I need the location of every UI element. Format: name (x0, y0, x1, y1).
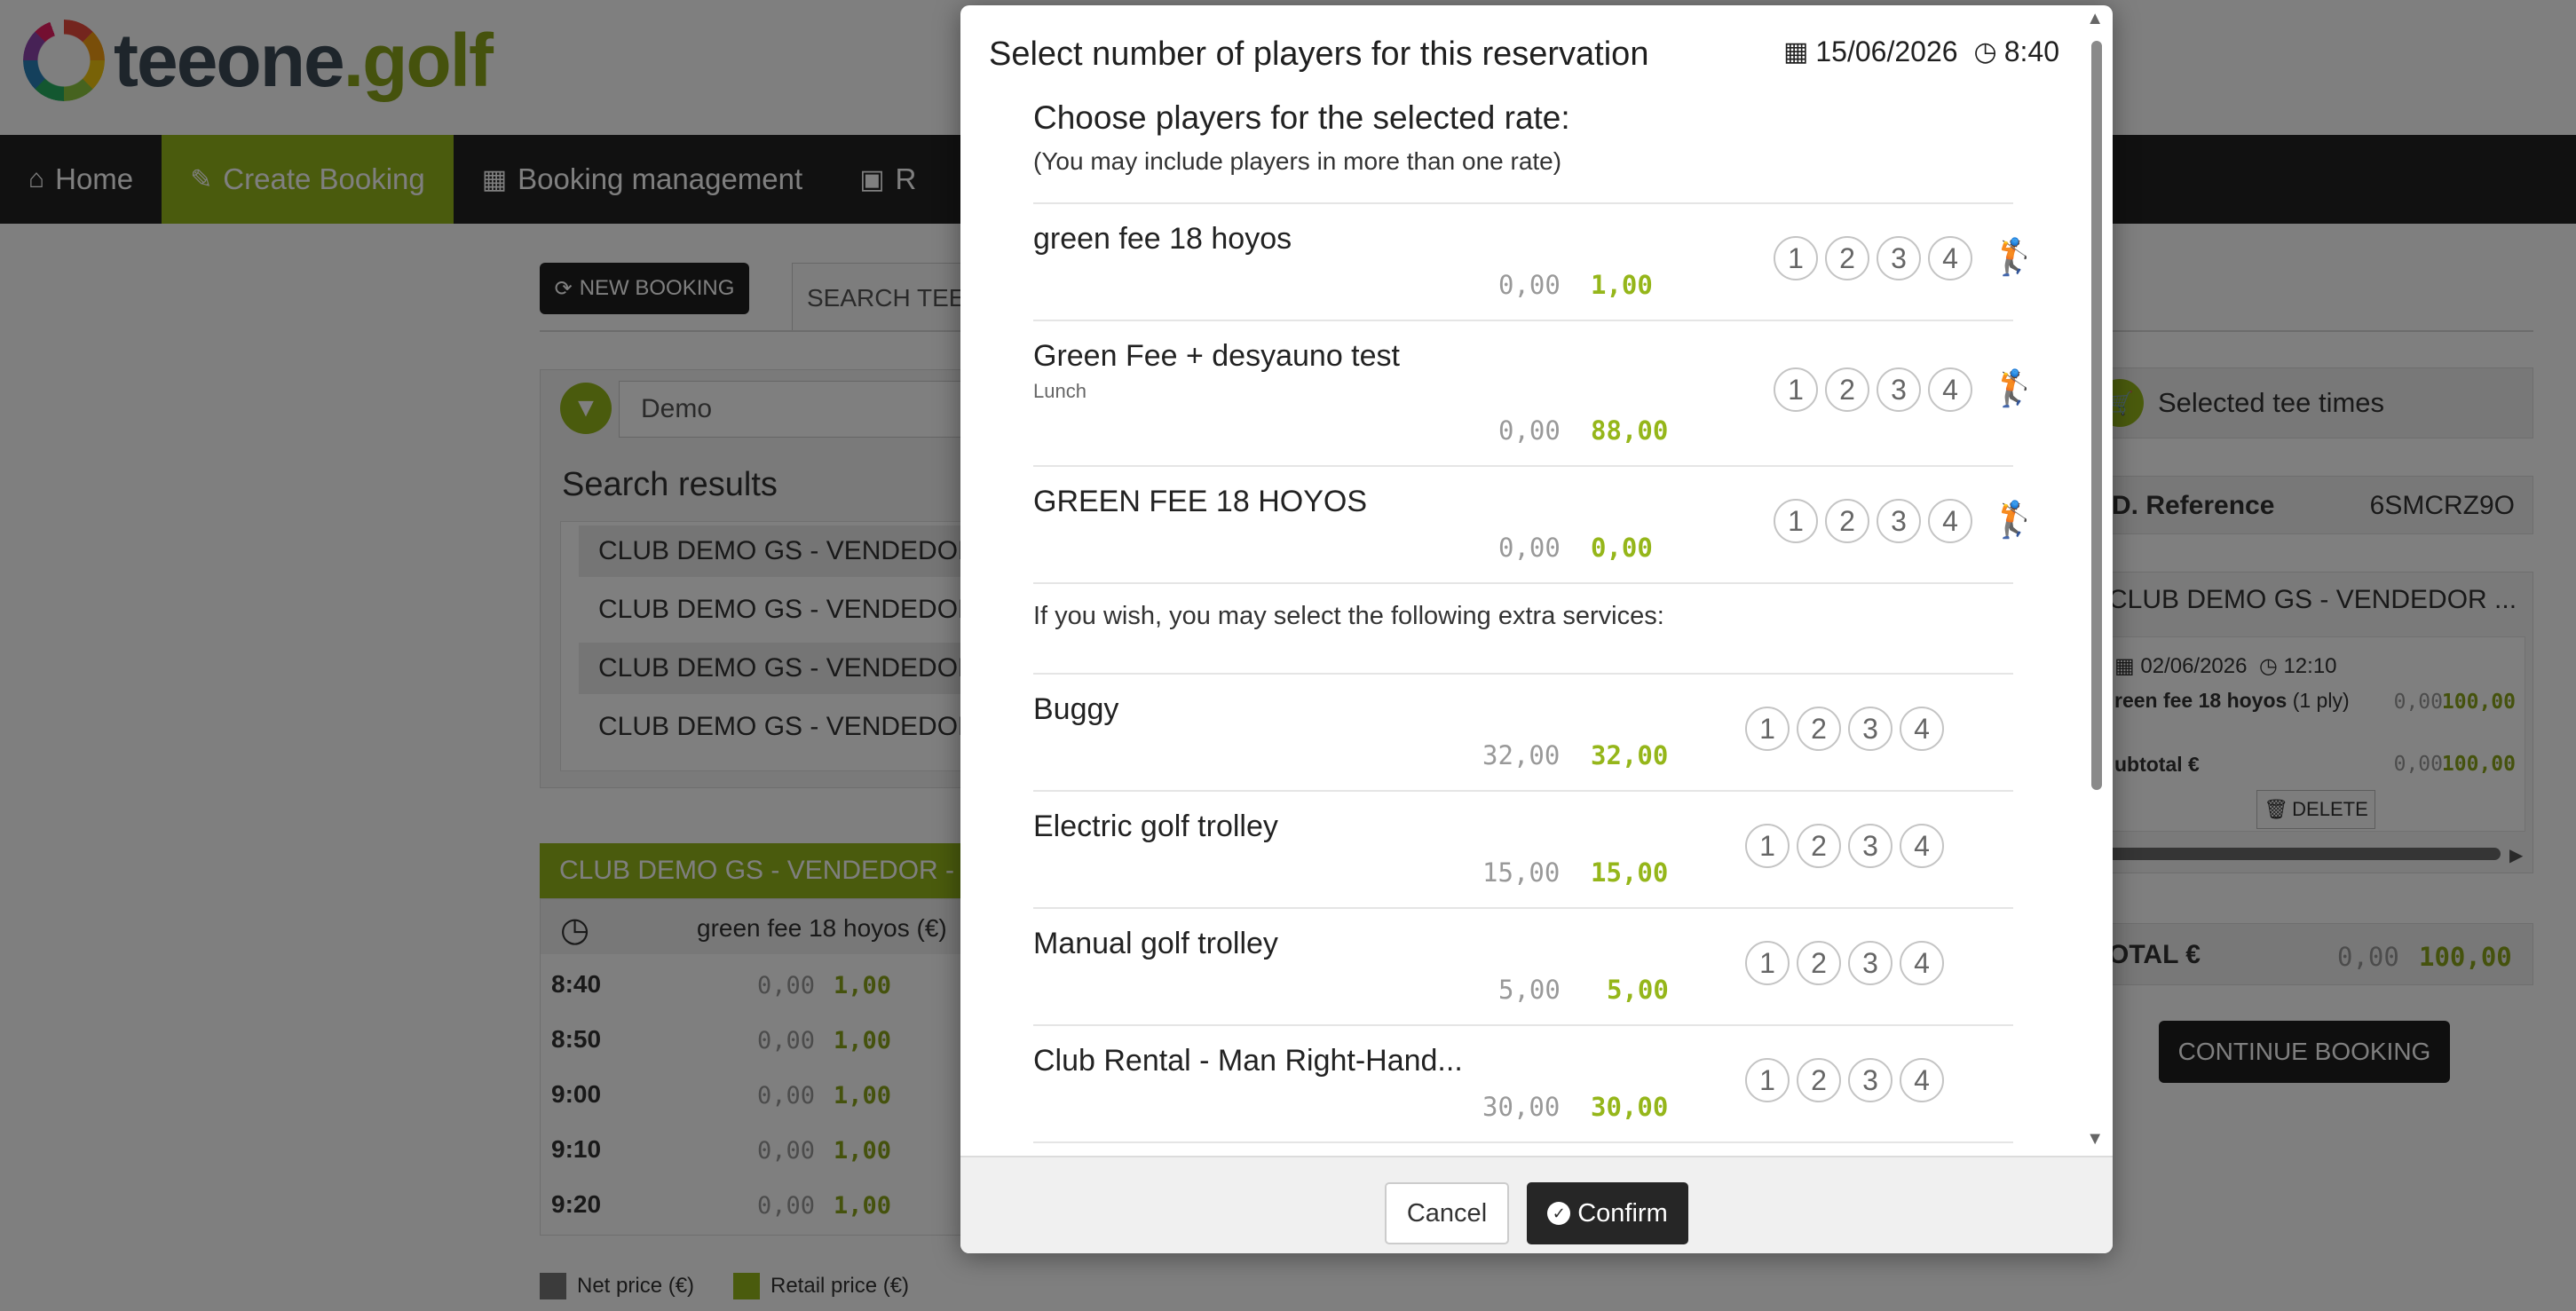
rate-subheading: (You may include players in more than on… (1033, 147, 1562, 175)
player-count-option[interactable]: 2 (1825, 367, 1869, 412)
modal-date-time: ▦ 15/06/2026 ◷ 8:40 (1783, 36, 2059, 67)
retail-price: 1,00 (1591, 270, 1653, 300)
player-count-selector: 1 2 3 4 (1774, 499, 1979, 543)
player-count-option[interactable]: 1 (1774, 499, 1818, 543)
players-modal: Select number of players for this reserv… (960, 5, 2113, 1253)
player-count-option[interactable]: 4 (1928, 499, 1972, 543)
check-circle-icon: ✓ (1547, 1202, 1571, 1225)
net-price: 30,00 (1482, 1092, 1561, 1122)
player-count-option[interactable]: 3 (1877, 367, 1921, 412)
extra-name: Manual golf trolley (1033, 927, 1278, 960)
retail-price: 5,00 (1607, 975, 1669, 1005)
player-count-option[interactable]: 2 (1825, 499, 1869, 543)
divider (1033, 673, 2013, 675)
rate-heading: Choose players for the selected rate: (1033, 99, 1570, 136)
extra-count-option[interactable]: 4 (1900, 941, 1944, 985)
extra-count-option[interactable]: 1 (1745, 707, 1790, 751)
extra-name: Club Rental - Man Right-Hand... (1033, 1044, 1463, 1078)
net-price: 5,00 (1498, 975, 1561, 1005)
golfer-icon: 🏌 (1992, 369, 2036, 408)
player-count-option[interactable]: 4 (1928, 236, 1972, 280)
rate-name: Green Fee + desyauno test (1033, 339, 1400, 373)
extra-name: Buggy (1033, 692, 1119, 726)
extra-count-selector: 1 2 3 4 (1745, 707, 1951, 751)
divider (1033, 790, 2013, 792)
extra-count-option[interactable]: 4 (1900, 707, 1944, 751)
divider (1033, 320, 2013, 321)
rate-row: green fee 18 hoyos 0,00 1,00 1 2 3 4 🏌 (1033, 222, 2036, 320)
player-count-option[interactable]: 3 (1877, 499, 1921, 543)
extra-count-option[interactable]: 4 (1900, 1058, 1944, 1102)
extra-count-option[interactable]: 1 (1745, 941, 1790, 985)
rate-name: GREEN FEE 18 HOYOS (1033, 485, 1367, 518)
divider (1033, 1024, 2013, 1026)
extra-count-option[interactable]: 2 (1797, 941, 1841, 985)
scroll-up-icon[interactable]: ▲ (2086, 9, 2104, 29)
player-count-selector: 1 2 3 4 (1774, 236, 1979, 280)
extra-count-option[interactable]: 1 (1745, 1058, 1790, 1102)
player-count-option[interactable]: 4 (1928, 367, 1972, 412)
player-count-option[interactable]: 1 (1774, 236, 1818, 280)
extra-count-option[interactable]: 3 (1848, 824, 1892, 868)
extra-count-option[interactable]: 1 (1745, 824, 1790, 868)
golfer-icon: 🏌 (1992, 501, 2036, 540)
divider (1033, 202, 2013, 204)
player-count-option[interactable]: 1 (1774, 367, 1818, 412)
cancel-button[interactable]: Cancel (1385, 1182, 1509, 1244)
extra-count-option[interactable]: 2 (1797, 1058, 1841, 1102)
rate-name: green fee 18 hoyos (1033, 222, 1292, 256)
divider (1033, 582, 2013, 584)
retail-price: 88,00 (1591, 415, 1669, 446)
net-price: 0,00 (1498, 533, 1561, 563)
extra-row: Club Rental - Man Right-Hand... 30,00 30… (1033, 1044, 2013, 1141)
rate-row: Green Fee + desyauno test Lunch 0,00 88,… (1033, 339, 2036, 463)
extra-count-option[interactable]: 2 (1797, 707, 1841, 751)
net-price: 0,00 (1498, 270, 1561, 300)
extra-count-option[interactable]: 3 (1848, 941, 1892, 985)
extra-row: Manual golf trolley 5,00 5,00 1 2 3 4 (1033, 927, 2013, 1024)
scroll-down-icon[interactable]: ▼ (2086, 1129, 2104, 1149)
vertical-scrollbar[interactable] (2091, 41, 2102, 790)
clock-icon: ◷ (1973, 37, 1997, 67)
modal-title: Select number of players for this reserv… (989, 36, 1649, 73)
extra-count-option[interactable]: 3 (1848, 1058, 1892, 1102)
net-price: 0,00 (1498, 415, 1561, 446)
extra-count-option[interactable]: 3 (1848, 707, 1892, 751)
confirm-button[interactable]: ✓ Confirm (1527, 1182, 1688, 1244)
extras-label: If you wish, you may select the followin… (1033, 602, 1664, 630)
divider (1033, 465, 2013, 467)
net-price: 32,00 (1482, 740, 1561, 770)
rate-subtitle: Lunch (1033, 380, 1087, 402)
extra-count-option[interactable]: 4 (1900, 824, 1944, 868)
player-count-option[interactable]: 3 (1877, 236, 1921, 280)
calendar-icon: ▦ (1783, 37, 1809, 67)
retail-price: 15,00 (1591, 857, 1669, 888)
golfer-icon: 🏌 (1992, 238, 2036, 277)
extra-row: Buggy 32,00 32,00 1 2 3 4 (1033, 692, 2013, 790)
extra-count-selector: 1 2 3 4 (1745, 1058, 1951, 1102)
extra-name: Electric golf trolley (1033, 810, 1278, 843)
retail-price: 0,00 (1591, 533, 1653, 563)
extra-count-selector: 1 2 3 4 (1745, 941, 1951, 985)
retail-price: 32,00 (1591, 740, 1669, 770)
divider (1033, 907, 2013, 909)
player-count-option[interactable]: 2 (1825, 236, 1869, 280)
extra-count-selector: 1 2 3 4 (1745, 824, 1951, 868)
player-count-selector: 1 2 3 4 (1774, 367, 1979, 412)
extra-count-option[interactable]: 2 (1797, 824, 1841, 868)
retail-price: 30,00 (1591, 1092, 1669, 1122)
rate-row: GREEN FEE 18 HOYOS 0,00 0,00 1 2 3 4 🏌 (1033, 485, 2036, 582)
modal-footer: Cancel ✓ Confirm (960, 1156, 2113, 1253)
divider (1033, 1141, 2013, 1143)
extra-row: Electric golf trolley 15,00 15,00 1 2 3 … (1033, 810, 2013, 907)
net-price: 15,00 (1482, 857, 1561, 888)
